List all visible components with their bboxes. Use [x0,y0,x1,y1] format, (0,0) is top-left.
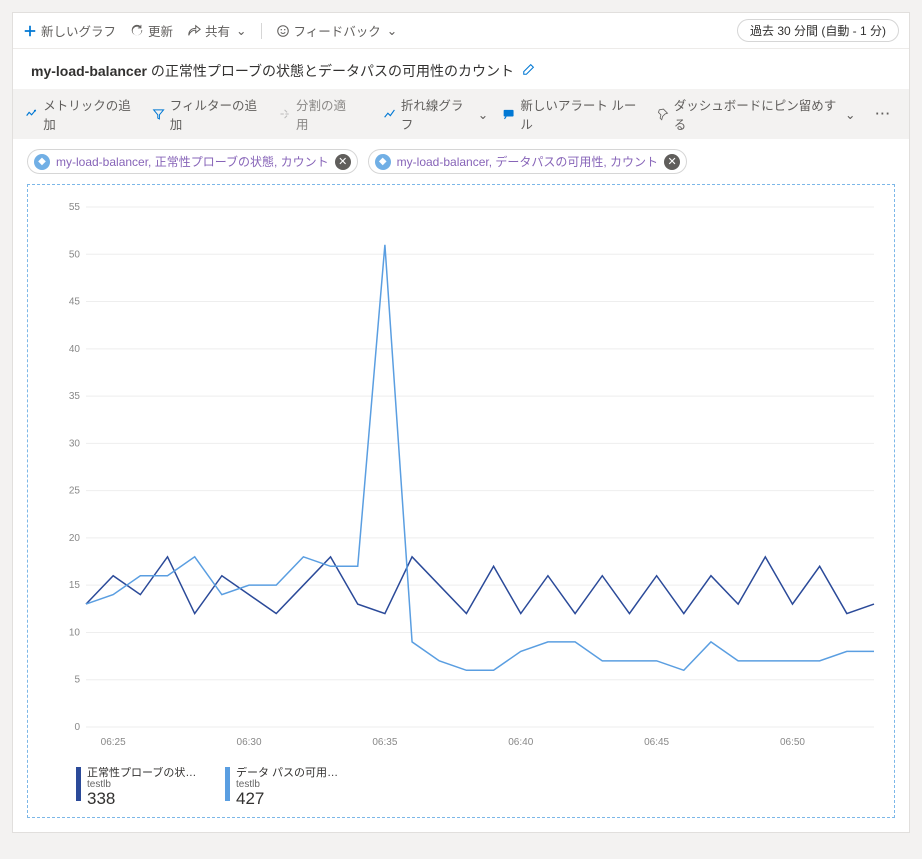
chip-text: my-load-balancer, データパスの可用性, カウント [397,153,658,170]
resource-icon: ◆ [375,154,391,170]
feedback-label: フィードバック [294,21,381,40]
new-chart-button[interactable]: 新しいグラフ [23,21,116,40]
chart-title-rest: の正常性プローブの状態とデータパスの可用性のカウント [147,63,514,79]
chevron-down-icon: ⌄ [387,23,397,38]
legend-series-name: 正常性プローブの状態... [87,767,197,779]
plus-icon [23,24,37,38]
time-range-label: 過去 30 分間 (自動 - 1 分) [750,24,886,38]
svg-text:20: 20 [69,533,81,544]
metric-chip[interactable]: ◆ my-load-balancer, 正常性プローブの状態, カウント ✕ [27,149,358,174]
smile-icon [276,24,290,38]
chevron-down-icon: ⌄ [845,107,855,122]
svg-text:06:30: 06:30 [237,737,262,748]
svg-text:06:25: 06:25 [101,737,126,748]
chevron-down-icon: ⌄ [236,23,246,38]
pin-dashboard-label: ダッシュボードにピン留めする [674,95,838,133]
split-icon [278,107,291,121]
legend-item[interactable]: データ パスの可用性...testlb427 [225,767,346,809]
svg-text:0: 0 [74,722,80,733]
edit-title-icon[interactable] [522,62,536,81]
svg-text:10: 10 [69,627,81,638]
time-range-button[interactable]: 過去 30 分間 (自動 - 1 分) [737,19,899,42]
chart-type-label: 折れ線グラフ [401,95,471,133]
line-chart-icon [383,107,396,121]
alert-icon [502,107,515,121]
new-chart-label: 新しいグラフ [41,21,116,40]
refresh-icon [130,24,144,38]
pencil-icon [522,62,536,76]
chart-title-resource: my-load-balancer [31,63,147,79]
metrics-explorer-page: 新しいグラフ 更新 共有 ⌄ フィードバック ⌄ 過去 30 分間 (自動 - … [12,12,910,833]
add-filter-label: フィルターの追加 [170,95,264,133]
command-bar: メトリックの追加 フィルターの追加 分割の適用 折れ線グラフ ⌄ 新しいアラート… [13,89,909,139]
apply-split-button: 分割の適用 [278,95,355,133]
share-icon [187,24,201,38]
chevron-down-icon: ⌄ [478,107,488,122]
chip-text: my-load-balancer, 正常性プローブの状態, カウント [56,153,329,170]
chart-title-row: my-load-balancer の正常性プローブの状態とデータパスの可用性のカ… [13,49,909,89]
svg-text:40: 40 [69,344,81,355]
svg-text:35: 35 [69,391,81,402]
svg-text:55: 55 [69,202,81,213]
new-alert-label: 新しいアラート ルール [520,95,641,133]
chart-type-button[interactable]: 折れ線グラフ ⌄ [383,95,488,133]
legend-color-bar [225,767,230,801]
add-filter-button[interactable]: フィルターの追加 [152,95,264,133]
add-metric-label: メトリックの追加 [43,95,137,133]
chart-container: 0 5 10 15 20 25 30 35 40 45 50 55 06:25 06:30 06:35 06:… [27,184,895,818]
apply-split-label: 分割の適用 [296,95,355,133]
svg-text:25: 25 [69,486,81,497]
chip-close-icon[interactable]: ✕ [664,154,680,170]
metric-chip[interactable]: ◆ my-load-balancer, データパスの可用性, カウント ✕ [368,149,687,174]
legend-value: 427 [236,790,346,809]
metric-chips: ◆ my-load-balancer, 正常性プローブの状態, カウント ✕ ◆ my-… [13,139,909,184]
svg-text:15: 15 [69,580,81,591]
line-chart[interactable]: 0 5 10 15 20 25 30 35 40 45 50 55 06:25 06:30 06:35 06:… [36,197,886,757]
svg-text:06:50: 06:50 [780,737,805,748]
chart-title: my-load-balancer の正常性プローブの状態とデータパスの可用性のカ… [31,61,514,81]
svg-text:45: 45 [69,297,81,308]
pin-dashboard-button[interactable]: ダッシュボードにピン留めする ⌄ [656,95,856,133]
add-metric-button[interactable]: メトリックの追加 [25,95,138,133]
legend-series-name: データ パスの可用性... [236,767,346,779]
legend-item[interactable]: 正常性プローブの状態...testlb338 [76,767,197,809]
top-toolbar: 新しいグラフ 更新 共有 ⌄ フィードバック ⌄ 過去 30 分間 (自動 - … [13,13,909,49]
share-label: 共有 [205,21,230,40]
chip-close-icon[interactable]: ✕ [335,154,351,170]
share-button[interactable]: 共有 ⌄ [187,21,247,40]
chart-legend: 正常性プローブの状態...testlb338 データ パスの可用性...testl… [36,757,886,809]
feedback-button[interactable]: フィードバック ⌄ [276,21,398,40]
svg-text:5: 5 [74,675,80,686]
svg-text:30: 30 [69,438,81,449]
filter-icon [152,107,165,121]
refresh-label: 更新 [148,21,173,40]
svg-text:06:40: 06:40 [508,737,533,748]
svg-text:06:45: 06:45 [644,737,669,748]
svg-text:50: 50 [69,249,81,260]
pin-icon [656,107,669,121]
legend-color-bar [76,767,81,801]
chart-area: 0 5 10 15 20 25 30 35 40 45 50 55 06:25 06:30 06:35 06:… [36,197,886,757]
more-button[interactable]: ··· [870,107,898,121]
new-alert-button[interactable]: 新しいアラート ルール [502,95,641,133]
legend-value: 338 [87,790,197,809]
toolbar-divider [261,23,262,39]
refresh-button[interactable]: 更新 [130,21,173,40]
resource-icon: ◆ [34,154,50,170]
svg-text:06:35: 06:35 [372,737,397,748]
metric-icon [25,107,38,121]
